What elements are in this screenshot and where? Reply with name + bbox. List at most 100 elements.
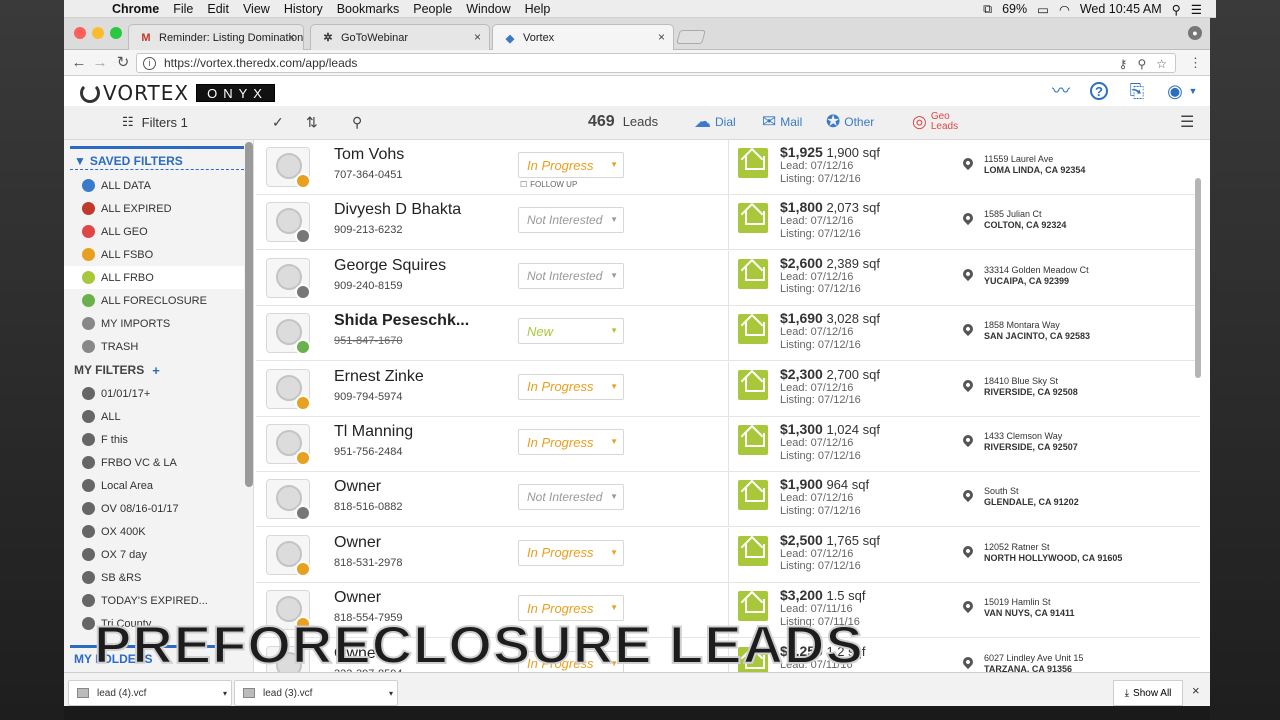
my-filter-item[interactable]: 01/01/17+ bbox=[64, 382, 244, 405]
lead-status-dropdown[interactable]: Not Interested ▼ bbox=[518, 484, 624, 511]
lead-row[interactable]: Tl Manning 951-756-2484 In Progress ▼ $1,300… bbox=[256, 417, 1200, 472]
geo-leads-button[interactable]: ◎ Geo Leads bbox=[912, 112, 958, 132]
export-icon[interactable]: ⎘ bbox=[1126, 80, 1148, 102]
key-icon[interactable]: ⚷ bbox=[1119, 57, 1128, 71]
tab-close-icon[interactable]: × bbox=[658, 30, 665, 44]
tab-close-icon[interactable]: × bbox=[474, 30, 481, 44]
menu-edit[interactable]: Edit bbox=[207, 2, 229, 16]
lead-name[interactable]: Owner bbox=[334, 478, 381, 496]
mail-button[interactable]: ✉ Mail bbox=[762, 112, 802, 132]
new-tab-button[interactable] bbox=[676, 30, 706, 44]
saved-filter-item[interactable]: TRASH bbox=[64, 335, 244, 358]
menu-file[interactable]: File bbox=[173, 2, 193, 16]
lead-avatar[interactable] bbox=[266, 147, 311, 189]
map-pin-icon[interactable] bbox=[960, 543, 976, 558]
map-pin-icon[interactable] bbox=[960, 155, 976, 171]
zoom-icon[interactable]: ⚲ bbox=[1137, 57, 1146, 71]
property-address[interactable]: 15019 Hamlin St VAN NUYS, CA 91411 bbox=[984, 597, 1075, 619]
lead-avatar[interactable] bbox=[266, 368, 311, 411]
lead-row[interactable]: Shida Peseschk... 951-847-1670 New ▼ $1,690 … bbox=[256, 306, 1200, 362]
lead-phone[interactable]: 951-847-1670 bbox=[334, 335, 403, 347]
follow-up-link[interactable]: ☐ FOLLOW UP bbox=[520, 180, 577, 189]
battery-icon[interactable]: ▭ bbox=[1037, 2, 1049, 17]
property-address[interactable]: South St GLENDALE, CA 91202 bbox=[984, 486, 1079, 508]
profile-icon[interactable]: ● bbox=[1188, 26, 1202, 40]
lead-phone[interactable]: 909-794-5974 bbox=[334, 391, 403, 403]
lead-name[interactable]: Tom Vohs bbox=[334, 146, 404, 164]
map-pin-icon[interactable] bbox=[960, 266, 976, 281]
tab-close-icon[interactable]: × bbox=[288, 30, 295, 44]
tab-gotowebinar[interactable]: ✲ GoToWebinar × bbox=[310, 24, 490, 50]
lead-avatar[interactable] bbox=[266, 257, 311, 300]
lead-phone[interactable]: 909-240-8159 bbox=[334, 280, 403, 292]
saved-filter-item[interactable]: MY IMPORTS bbox=[64, 312, 244, 335]
zoom-window-button[interactable] bbox=[110, 27, 122, 39]
other-button[interactable]: ✪ Other bbox=[826, 112, 874, 132]
lead-name[interactable]: Divyesh D Bhakta bbox=[334, 201, 461, 219]
lead-avatar[interactable] bbox=[266, 479, 311, 522]
tab-reminder[interactable]: M Reminder: Listing Domination × bbox=[128, 24, 304, 50]
lead-avatar[interactable] bbox=[266, 313, 311, 356]
minimize-window-button[interactable] bbox=[92, 27, 104, 39]
lead-status-dropdown[interactable]: Not Interested ▼ bbox=[518, 207, 624, 234]
lead-phone[interactable]: 909-213-6232 bbox=[334, 224, 403, 236]
leads-scrollbar[interactable] bbox=[1195, 178, 1201, 378]
account-dropdown-icon[interactable]: ▼ bbox=[1182, 80, 1204, 102]
saved-filter-item[interactable]: ALL GEO bbox=[64, 220, 244, 243]
property-address[interactable]: 1858 Montara Way SAN JACINTO, CA 92583 bbox=[984, 320, 1090, 342]
back-icon[interactable]: ← bbox=[70, 54, 88, 72]
sort-icon[interactable]: ⇅ bbox=[306, 114, 318, 131]
lead-status-dropdown[interactable]: In Progress ▼ bbox=[518, 373, 624, 400]
download-menu-icon[interactable]: ▾ bbox=[223, 689, 227, 698]
vortex-logo[interactable]: VORTEX ONYX bbox=[80, 81, 275, 105]
saved-filter-item[interactable]: ALL DATA bbox=[64, 174, 244, 197]
sidebar-scrollbar[interactable] bbox=[245, 142, 253, 487]
lead-status-dropdown[interactable]: In Progress ▼ bbox=[518, 152, 624, 178]
lead-avatar[interactable] bbox=[266, 202, 311, 245]
download-item[interactable]: lead (3).vcf ▾ bbox=[234, 680, 398, 706]
my-filter-item[interactable]: OX 7 day bbox=[64, 543, 244, 566]
map-pin-icon[interactable] bbox=[960, 211, 976, 226]
notification-center-icon[interactable]: ☰ bbox=[1191, 2, 1202, 17]
filters-button[interactable]: ☷ Filters 1 bbox=[122, 114, 188, 130]
my-filter-item[interactable]: SB &RS bbox=[64, 566, 244, 589]
clock[interactable]: Wed 10:45 AM bbox=[1080, 2, 1162, 16]
lead-row[interactable]: Owner 818-516-0882 Not Interested ▼ $1,900 9… bbox=[256, 472, 1200, 528]
my-filter-item[interactable]: ALL bbox=[64, 405, 244, 428]
menu-help[interactable]: Help bbox=[525, 2, 551, 16]
lead-status-dropdown[interactable]: Not Interested ▼ bbox=[518, 262, 624, 289]
forward-icon[interactable]: → bbox=[91, 54, 109, 72]
map-pin-icon[interactable] bbox=[960, 322, 976, 337]
reload-icon[interactable]: ↻ bbox=[114, 54, 132, 72]
lead-row[interactable]: Ernest Zinke 909-794-5974 In Progress ▼ $2,3… bbox=[256, 361, 1200, 417]
menu-people[interactable]: People bbox=[413, 2, 452, 16]
lead-phone[interactable]: 707-364-0451 bbox=[334, 169, 403, 181]
lead-status-dropdown[interactable]: New ▼ bbox=[518, 318, 624, 345]
map-pin-icon[interactable] bbox=[960, 599, 976, 614]
saved-filter-item[interactable]: ALL FORECLOSURE bbox=[64, 289, 244, 312]
saved-filter-item[interactable]: ALL EXPIRED bbox=[64, 197, 244, 220]
lead-status-dropdown[interactable]: In Progress ▼ bbox=[518, 539, 624, 566]
menu-window[interactable]: Window bbox=[466, 2, 510, 16]
property-address[interactable]: 33314 Golden Meadow Ct YUCAIPA, CA 92399 bbox=[984, 265, 1089, 287]
my-filter-item[interactable]: TODAY'S EXPIRED... bbox=[64, 589, 244, 612]
help-icon[interactable]: ? bbox=[1090, 82, 1108, 100]
download-item[interactable]: lead (4).vcf ▾ bbox=[68, 680, 232, 706]
wifi-icon[interactable]: ◠ bbox=[1059, 2, 1070, 17]
saved-filter-item[interactable]: ALL FRBO bbox=[64, 266, 244, 289]
property-address[interactable]: 1585 Julian Ct COLTON, CA 92324 bbox=[984, 209, 1066, 231]
bookmark-star-icon[interactable]: ☆ bbox=[1156, 57, 1167, 71]
my-filter-item[interactable]: FRBO VC & LA bbox=[64, 451, 244, 474]
saved-filter-item[interactable]: ALL FSBO bbox=[64, 243, 244, 266]
close-window-button[interactable] bbox=[74, 27, 86, 39]
lead-phone[interactable]: 818-516-0882 bbox=[334, 501, 403, 513]
lead-avatar[interactable] bbox=[266, 534, 311, 577]
site-info-icon[interactable]: i bbox=[143, 56, 156, 70]
menu-history[interactable]: History bbox=[284, 2, 323, 16]
lead-row[interactable]: George Squires 909-240-8159 Not Interested… bbox=[256, 250, 1200, 306]
property-address[interactable]: 1433 Clemson Way RIVERSIDE, CA 92507 bbox=[984, 431, 1078, 453]
tab-vortex[interactable]: ◆ Vortex × bbox=[492, 24, 674, 51]
list-view-icon[interactable]: ☰ bbox=[1180, 112, 1194, 132]
screen-mirror-icon[interactable]: ⧉ bbox=[983, 2, 992, 17]
map-pin-icon[interactable] bbox=[960, 377, 976, 392]
